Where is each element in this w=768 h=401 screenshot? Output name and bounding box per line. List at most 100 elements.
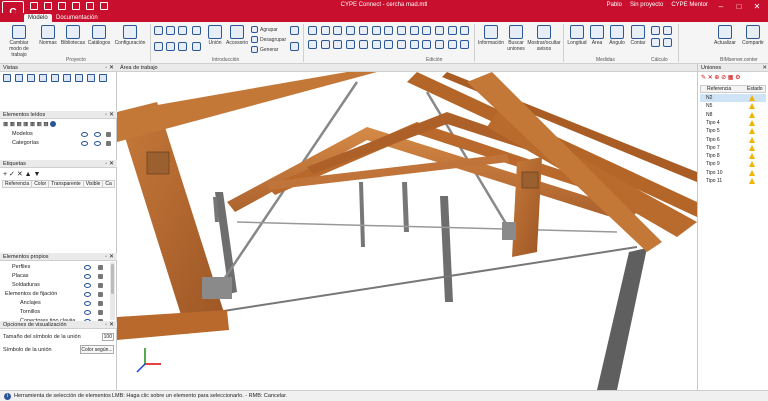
connection-node[interactable]	[146, 151, 170, 175]
tab-modelo[interactable]: Modelo	[24, 14, 52, 22]
pin-icon[interactable]: ▫	[105, 111, 107, 119]
project-status[interactable]: Sin proyecto	[630, 2, 663, 8]
compartir-button[interactable]: Compartir	[739, 25, 767, 46]
steel-plate[interactable]	[502, 222, 516, 240]
steel-column[interactable]	[440, 196, 453, 302]
connection-node[interactable]	[521, 171, 539, 189]
edit-tool-icon[interactable]	[346, 26, 356, 35]
close-icon[interactable]: ✕	[109, 64, 114, 72]
delete-icon[interactable]	[290, 42, 299, 51]
column-header[interactable]: Estado	[747, 86, 763, 93]
edit-tool-icon[interactable]	[371, 26, 381, 35]
tree-item[interactable]: Anclajes	[20, 300, 41, 306]
edit-tool-icon[interactable]	[333, 40, 343, 49]
edit-tool-icon[interactable]	[384, 26, 394, 35]
edit-tool-icon[interactable]	[371, 40, 381, 49]
tool-icon[interactable]	[154, 42, 163, 51]
view-icon[interactable]	[63, 74, 71, 82]
edit-tool-icon[interactable]	[358, 40, 368, 49]
eye-icon[interactable]	[84, 274, 91, 279]
edit-tool-icon[interactable]	[435, 26, 444, 35]
tree-item[interactable]: Tornillos	[20, 309, 40, 315]
informacion-button[interactable]: Información	[476, 25, 506, 46]
tie-rod[interactable]	[236, 221, 618, 233]
tab-documentacion[interactable]: Documentación	[52, 14, 102, 22]
mostrar-ocultar-avisos-button[interactable]: Mostrar/ocultar avisos	[527, 25, 561, 52]
lock-icon[interactable]	[98, 301, 103, 306]
tool-icon[interactable]	[290, 26, 299, 35]
mentor-link[interactable]: CYPE Mentor	[671, 2, 708, 8]
tree-item-modelos[interactable]: Modelos	[12, 131, 33, 137]
view-icon[interactable]	[39, 74, 47, 82]
close-button[interactable]: ✕	[748, 0, 766, 13]
edit-tool-icon[interactable]	[447, 26, 457, 35]
tool-icon[interactable]	[166, 26, 175, 35]
close-icon[interactable]: ✕	[109, 111, 114, 119]
union-row[interactable]: Tipo 9	[700, 160, 766, 168]
edit-tool-icon[interactable]	[308, 26, 317, 35]
edit-tool-icon[interactable]	[409, 40, 419, 49]
union-row[interactable]: Tipo 5	[700, 127, 766, 135]
union-row[interactable]: N8	[700, 111, 766, 119]
eye-icon[interactable]	[84, 292, 91, 297]
edit-tool-icon[interactable]	[308, 40, 317, 49]
eye-icon[interactable]	[84, 283, 91, 288]
work-area-viewport[interactable]	[117, 72, 697, 390]
union-row[interactable]: N2	[700, 94, 766, 102]
tool-icon[interactable]	[192, 42, 201, 51]
steel-plate[interactable]	[202, 277, 232, 299]
calc-icon[interactable]	[663, 38, 672, 47]
edit-tool-icon[interactable]	[435, 40, 444, 49]
eye-icon[interactable]	[84, 265, 91, 270]
close-icon[interactable]: ✕	[109, 321, 114, 329]
close-icon[interactable]: ✕	[762, 64, 767, 72]
tree-item[interactable]: Soldaduras	[12, 282, 40, 288]
longitud-button[interactable]: Longitud	[566, 25, 588, 46]
eye-icon[interactable]	[84, 301, 91, 306]
union-button[interactable]: Unión	[207, 25, 223, 46]
edit-tool-icon[interactable]	[460, 26, 470, 35]
maximize-button[interactable]: □	[730, 0, 748, 13]
tool-icon[interactable]	[178, 42, 187, 51]
column-header[interactable]: Transparente	[49, 181, 84, 187]
timber-beam[interactable]	[117, 310, 229, 340]
tool-icon[interactable]	[154, 26, 163, 35]
tree-item[interactable]: Elementos de fijación	[5, 291, 57, 297]
minimize-button[interactable]: –	[712, 0, 730, 13]
generar-icon[interactable]	[251, 46, 258, 53]
edit-tool-icon[interactable]	[447, 40, 457, 49]
pin-icon[interactable]: ▫	[105, 160, 107, 168]
scrollbar[interactable]	[110, 262, 115, 320]
lock-icon[interactable]	[106, 141, 111, 146]
close-icon[interactable]: ✕	[109, 160, 114, 168]
catalogos-button[interactable]: Catálogos	[87, 25, 111, 46]
steel-column[interactable]	[359, 182, 365, 247]
configuracion-button[interactable]: Configuración	[113, 25, 147, 46]
agrupar-icon[interactable]	[251, 26, 258, 33]
lock-icon[interactable]	[98, 274, 103, 279]
eye-icon[interactable]	[81, 132, 88, 137]
view-icon[interactable]	[51, 74, 59, 82]
view-icon[interactable]	[15, 74, 23, 82]
edit-tool-icon[interactable]	[396, 40, 406, 49]
user-name[interactable]: Pablo	[607, 2, 622, 8]
column-header[interactable]: Visible	[84, 181, 104, 187]
tool-icon[interactable]	[192, 26, 201, 35]
pin-icon[interactable]: ▫	[105, 253, 107, 261]
calc-icon[interactable]	[651, 38, 660, 47]
edit-tool-icon[interactable]	[409, 26, 419, 35]
close-icon[interactable]: ✕	[109, 253, 114, 261]
tie-rod[interactable]	[216, 246, 638, 313]
column-header[interactable]: Ca	[103, 181, 115, 187]
calc-icon[interactable]	[663, 26, 672, 35]
tree-item-categorias[interactable]: Categorías	[12, 140, 39, 146]
edit-tool-icon[interactable]	[320, 26, 330, 35]
lock-icon[interactable]	[98, 265, 103, 270]
union-row[interactable]: Tipo 4	[700, 119, 766, 127]
steel-column[interactable]	[402, 182, 409, 232]
pin-icon[interactable]: ▫	[105, 64, 107, 72]
desagrupar-button[interactable]: Desagrupar	[260, 37, 286, 43]
eye-icon[interactable]	[84, 310, 91, 315]
edit-tool-icon[interactable]	[396, 26, 406, 35]
view-icon[interactable]	[87, 74, 95, 82]
